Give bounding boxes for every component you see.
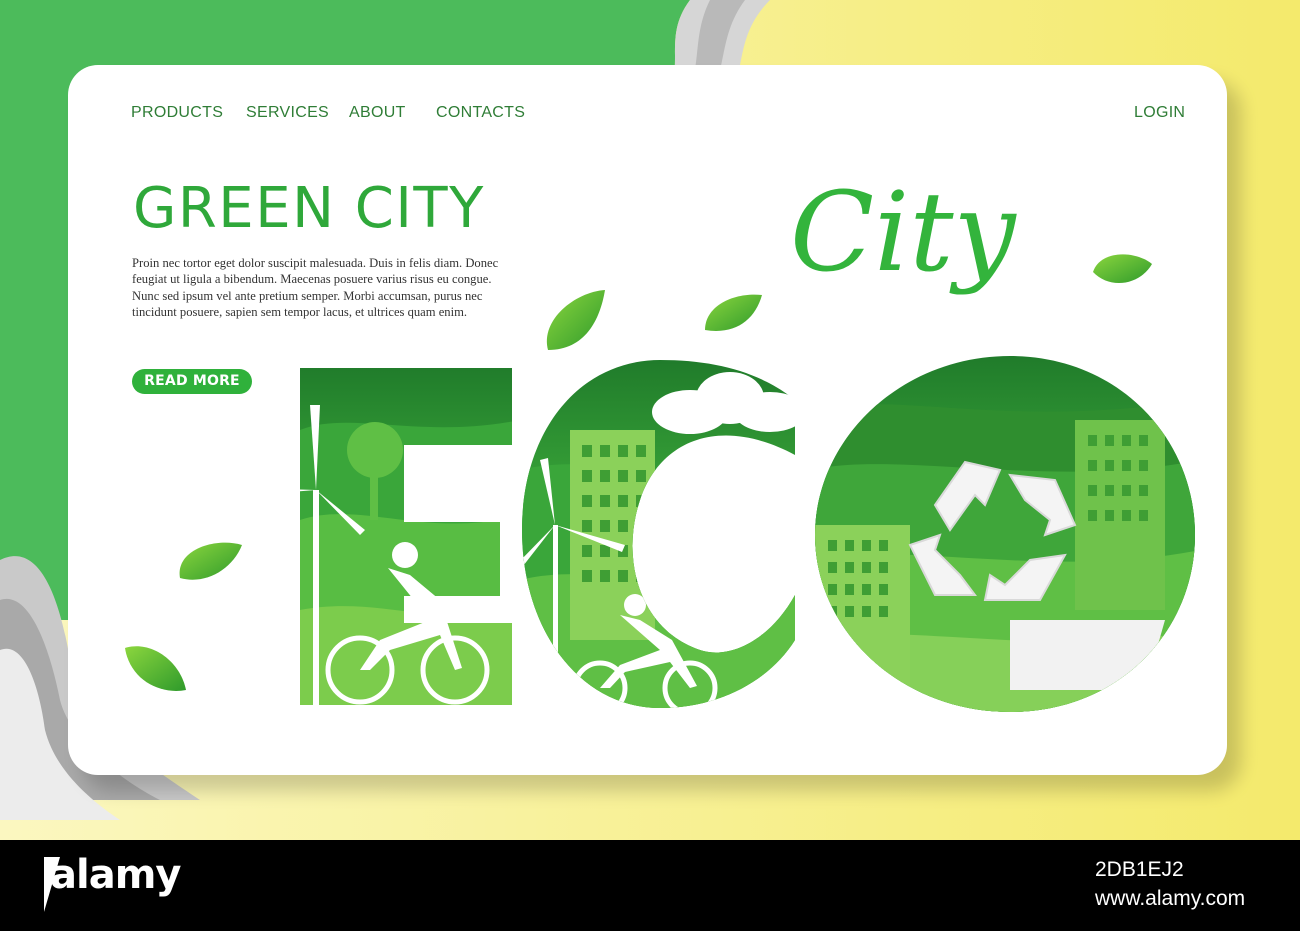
- watermark-bar: [0, 840, 1300, 931]
- nav-about[interactable]: ABOUT: [349, 104, 406, 122]
- read-more-button[interactable]: READ MORE: [132, 369, 252, 394]
- nav-products[interactable]: PRODUCTS: [131, 104, 223, 122]
- site-url: www.alamy.com: [1095, 887, 1246, 910]
- landing-card: [68, 65, 1227, 775]
- login-link[interactable]: LOGIN: [1134, 104, 1185, 122]
- intro-paragraph: Proin nec tortor eget dolor suscipit mal…: [132, 256, 499, 320]
- brand-wordmark: alamy: [50, 852, 181, 898]
- nav-services[interactable]: SERVICES: [246, 104, 329, 122]
- page-title: GREEN CITY: [133, 176, 485, 241]
- image-id: 2DB1EJ2: [1095, 858, 1184, 881]
- nav-contacts[interactable]: CONTACTS: [436, 104, 525, 122]
